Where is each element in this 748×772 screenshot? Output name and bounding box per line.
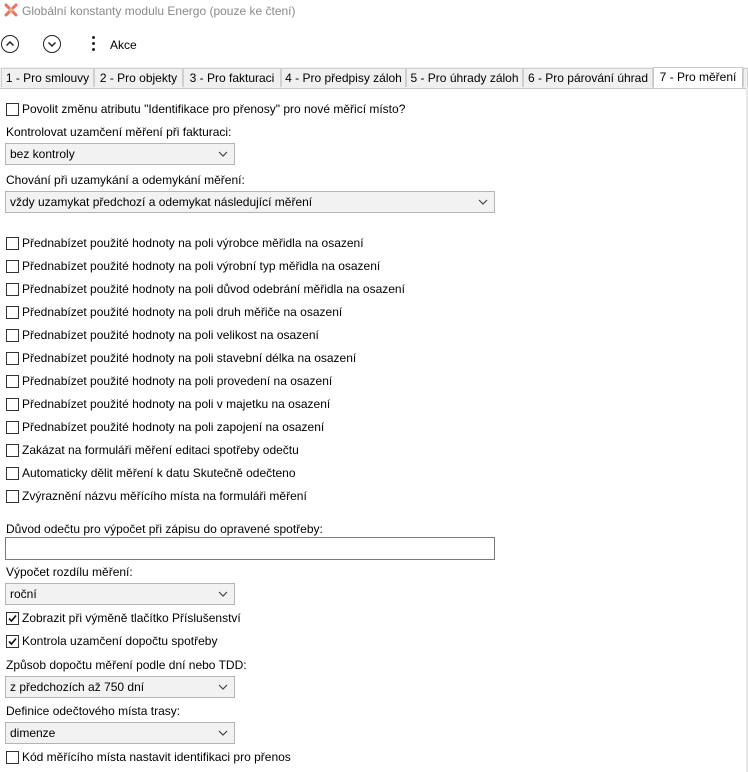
duvod-input[interactable] (5, 537, 495, 560)
kod-mericiho-mista-checkbox[interactable]: Kód měřícího místa nastavit identifikaci… (6, 749, 291, 765)
kontrolovat-label: Kontrolovat uzamčení měření při fakturac… (6, 125, 232, 139)
kontrola-uzamceni-checkbox[interactable]: Kontrola uzamčení dopočtu spotřeby (6, 633, 217, 649)
prednabizet-druh-merice-checkbox[interactable]: Přednabízet použité hodnoty na poli druh… (6, 304, 342, 320)
vypocet-select[interactable]: roční (5, 583, 235, 605)
prednabizet-velikost-checkbox[interactable]: Přednabízet použité hodnoty na poli veli… (6, 327, 319, 343)
tab-pro-objekty[interactable]: 2 - Pro objekty (94, 68, 183, 87)
checkbox-box[interactable] (6, 328, 19, 342)
select-value: bez kontroly (10, 147, 75, 161)
checkbox-box[interactable] (6, 397, 19, 411)
prednabizet-provedeni-checkbox[interactable]: Přednabízet použité hodnoty na poli prov… (6, 373, 332, 389)
prednabizet-vyrobni-typ-checkbox[interactable]: Přednabízet použité hodnoty na poli výro… (6, 258, 380, 274)
select-value: roční (10, 587, 37, 601)
prednabizet-stavebni-delka-checkbox[interactable]: Přednabízet použité hodnoty na poli stav… (6, 350, 356, 366)
checkbox-label: Přednabízet použité hodnoty na poli důvo… (22, 282, 405, 296)
zpusob-select[interactable]: z předchozích až 750 dní (5, 676, 235, 698)
checkbox-label: Kód měřícího místa nastavit identifikaci… (22, 750, 291, 764)
checkbox-box[interactable] (6, 634, 19, 648)
checkbox-label: Přednabízet použité hodnoty na poli výro… (22, 236, 364, 250)
tab-pro-uhrady-zaloh[interactable]: 5 - Pro úhrady záloh (406, 68, 523, 87)
title-bar: Globální konstanty modulu Energo (pouze … (0, 0, 748, 22)
zobrazit-prislusenstvi-checkbox[interactable]: Zobrazit při výměně tlačítko Příslušenst… (6, 610, 241, 626)
checkbox-label: Přednabízet použité hodnoty na poli veli… (22, 328, 319, 342)
checkbox-label: Zobrazit při výměně tlačítko Příslušenst… (22, 611, 241, 625)
checkbox-box[interactable] (6, 374, 19, 388)
tab-pro-fakturaci[interactable]: 3 - Pro fakturaci (183, 68, 281, 87)
tab-pro-predpisy-zaloh[interactable]: 4 - Pro předpisy záloh (281, 68, 406, 87)
definice-label: Definice odečtového místa trasy: (6, 704, 181, 718)
checkbox-label: Automaticky dělit měření k datu Skutečně… (22, 466, 296, 480)
duvod-label: Důvod odečtu pro výpočet při zápisu do o… (6, 522, 323, 536)
checkbox-box[interactable] (6, 305, 19, 319)
prednabizet-zapojeni-checkbox[interactable]: Přednabízet použité hodnoty na poli zapo… (6, 419, 324, 435)
checkmark-icon (8, 614, 17, 622)
checkbox-label: Přednabízet použité hodnoty na poli stav… (22, 351, 357, 365)
prednabizet-duvod-odebrani-checkbox[interactable]: Přednabízet použité hodnoty na poli důvo… (6, 281, 405, 297)
akce-button[interactable]: Akce (110, 38, 137, 52)
previous-record-button[interactable] (1, 35, 19, 53)
definice-select[interactable]: dimenze (5, 722, 235, 744)
checkbox-label: Přednabízet použité hodnoty na poli výro… (22, 259, 381, 273)
tab-pro-parovani-uhrad[interactable]: 6 - Pro párování úhrad (523, 68, 653, 87)
povolit-zmenu-checkbox[interactable]: Povolit změnu atributu "Identifikace pro… (6, 101, 405, 117)
checkbox-label: Přednabízet použité hodnoty na poli prov… (22, 374, 333, 388)
window-title: Globální konstanty modulu Energo (pouze … (22, 4, 296, 18)
more-vertical-icon[interactable] (90, 36, 96, 54)
chevron-down-icon (218, 730, 228, 736)
checkbox-label: Přednabízet použité hodnoty na poli zapo… (22, 420, 325, 434)
select-value: dimenze (10, 726, 56, 740)
checkbox-label: Zakázat na formuláři měření editaci spot… (22, 443, 299, 457)
chevron-down-icon (47, 41, 57, 48)
chovani-select[interactable]: vždy uzamykat předchozí a odemykat násle… (5, 191, 495, 213)
automaticky-delit-checkbox[interactable]: Automaticky dělit měření k datu Skutečně… (6, 465, 296, 481)
toolbar: Akce (0, 24, 748, 66)
chevron-up-icon (5, 40, 15, 47)
checkbox-box[interactable] (6, 443, 19, 457)
chevron-down-icon (478, 199, 488, 205)
checkbox-box[interactable] (6, 611, 19, 625)
zakazat-editaci-checkbox[interactable]: Zakázat na formuláři měření editaci spot… (6, 442, 299, 458)
tab-pro-mereni[interactable]: 7 - Pro měření (653, 67, 743, 88)
prednabizet-vyrobce-checkbox[interactable]: Přednabízet použité hodnoty na poli výro… (6, 235, 364, 251)
checkbox-box[interactable] (6, 236, 19, 250)
zpusob-label: Způsob dopočtu měření podle dní nebo TDD… (6, 658, 247, 672)
next-record-button[interactable] (43, 35, 61, 53)
app-logo-icon (4, 3, 18, 17)
checkbox-box[interactable] (6, 351, 19, 365)
checkbox-box[interactable] (6, 489, 19, 503)
kontrolovat-select[interactable]: bez kontroly (5, 143, 235, 165)
checkmark-icon (8, 637, 17, 645)
checkbox-box[interactable] (6, 420, 19, 434)
checkbox-label: Kontrola uzamčení dopočtu spotřeby (22, 634, 218, 648)
checkbox-label: Zvýraznění názvu měřícího místa na formu… (22, 489, 307, 503)
prednabizet-v-majetku-checkbox[interactable]: Přednabízet použité hodnoty na poli v ma… (6, 396, 330, 412)
checkbox-box[interactable] (6, 102, 19, 116)
select-value: vždy uzamykat předchozí a odemykat násle… (10, 195, 313, 209)
tab-pro-smlouvy[interactable]: 1 - Pro smlouvy (1, 68, 94, 87)
tab-bar: 1 - Pro smlouvy 2 - Pro objekty 3 - Pro … (0, 67, 748, 89)
checkbox-box[interactable] (6, 466, 19, 480)
chevron-down-icon (218, 151, 228, 157)
checkbox-box[interactable] (6, 259, 19, 273)
checkbox-label: Přednabízet použité hodnoty na poli v ma… (22, 397, 331, 411)
vypocet-label: Výpočet rozdílu měření: (6, 565, 133, 579)
select-value: z předchozích až 750 dní (10, 680, 145, 694)
zvyrazneni-nazvu-checkbox[interactable]: Zvýraznění názvu měřícího místa na formu… (6, 488, 307, 504)
checkbox-label: Přednabízet použité hodnoty na poli druh… (22, 305, 343, 319)
tab-overflow[interactable] (743, 68, 748, 87)
checkbox-box[interactable] (6, 750, 19, 764)
checkbox-label: Povolit změnu atributu "Identifikace pro… (22, 102, 406, 116)
chovani-label: Chování při uzamykání a odemykání měření… (6, 173, 245, 187)
checkbox-box[interactable] (6, 282, 19, 296)
chevron-down-icon (218, 591, 228, 597)
chevron-down-icon (218, 684, 228, 690)
